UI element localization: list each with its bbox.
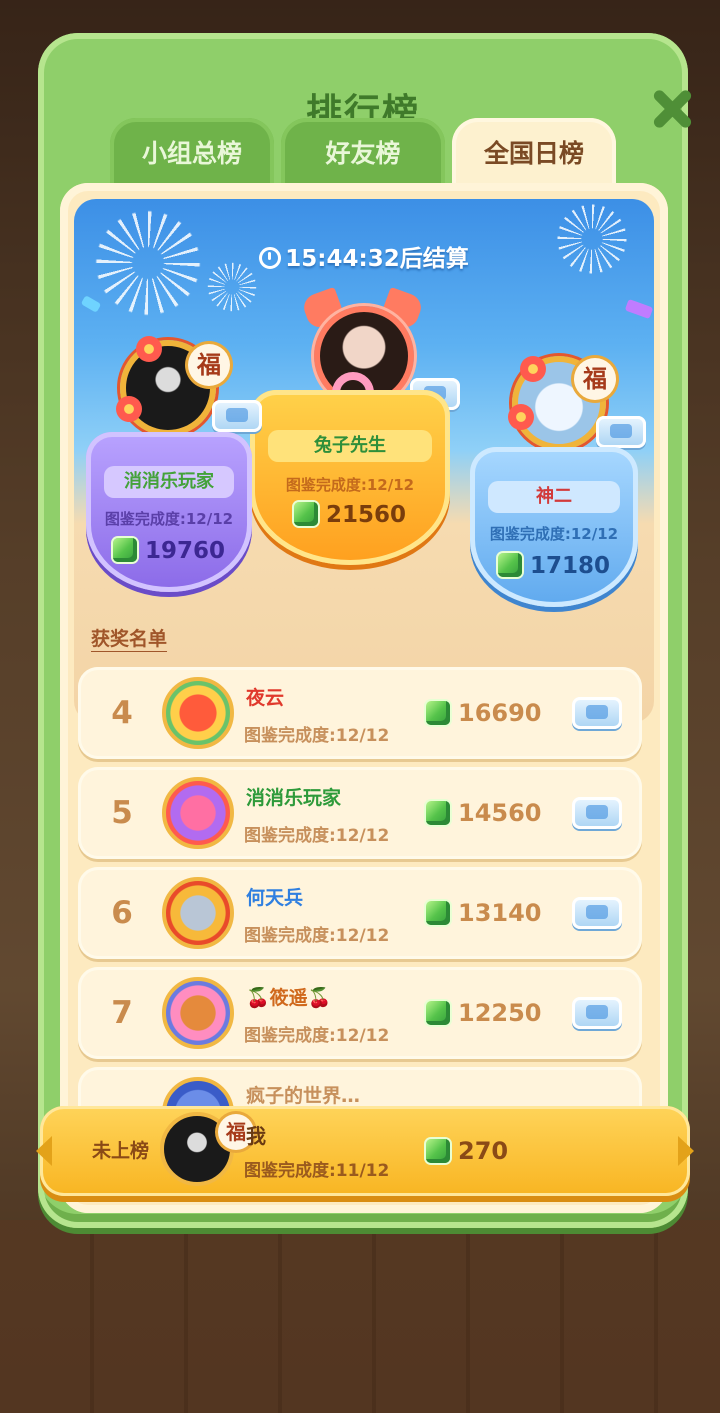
gem-icon	[497, 553, 522, 577]
tab-group-total[interactable]: 小组总榜	[110, 118, 274, 188]
gem-icon	[112, 538, 137, 562]
award-list-title: 获奖名单	[91, 628, 168, 650]
list-item[interactable]: 5 消消乐玩家 图鉴完成度:12/12 14560	[78, 767, 642, 859]
gem-icon	[426, 1001, 450, 1025]
my-name: 我	[246, 1124, 266, 1148]
gem-icon	[426, 701, 450, 725]
my-collection-progress: 图鉴完成度:11/12	[244, 1161, 390, 1181]
flower-decoration	[136, 336, 162, 362]
player-name: 疯子的世界…	[246, 1085, 361, 1107]
gem-icon	[293, 502, 318, 526]
fu-badge-icon: 福	[188, 344, 230, 386]
timer-text: 15:44:32后结算	[285, 246, 469, 272]
collection-progress: 图鉴完成度:12/12	[244, 826, 390, 846]
avatar[interactable]	[162, 877, 234, 949]
player-score: 14560	[426, 767, 542, 859]
my-rank-status: 未上榜	[92, 1140, 150, 1162]
my-score: 270	[426, 1106, 508, 1196]
tab-friends[interactable]: 好友榜	[281, 118, 445, 188]
reward-box-icon	[572, 797, 622, 829]
second-place-name: 消消乐玩家	[104, 466, 234, 498]
player-score: 16690	[426, 667, 542, 759]
reward-box-icon	[212, 400, 262, 432]
confetti	[624, 298, 654, 320]
flower-decoration	[508, 404, 534, 430]
first-place-shield: 兔子先生 图鉴完成度:12/12 21560	[250, 390, 450, 565]
third-place-collection: 图鉴完成度:12/12	[489, 525, 619, 543]
gem-icon	[426, 901, 450, 925]
my-ranking-bar[interactable]: 未上榜 福 我 图鉴完成度:11/12 270	[36, 1106, 694, 1196]
avatar[interactable]	[162, 777, 234, 849]
player-name: 何天兵	[246, 887, 304, 909]
rank-number: 4	[111, 695, 133, 731]
list-item[interactable]: 4 夜云 图鉴完成度:12/12 16690	[78, 667, 642, 759]
third-place-name: 神二	[488, 481, 620, 513]
avatar[interactable]	[162, 677, 234, 749]
collection-progress: 图鉴完成度:12/12	[244, 1026, 390, 1046]
avatar[interactable]	[162, 977, 234, 1049]
flower-decoration	[116, 396, 142, 422]
player-name: 消消乐玩家	[246, 787, 342, 809]
reward-box-icon	[572, 897, 622, 929]
settlement-timer: 15:44:32后结算	[74, 239, 654, 273]
flower-decoration	[520, 356, 546, 382]
player-score: 13140	[426, 867, 542, 959]
second-place-collection: 图鉴完成度:12/12	[104, 510, 234, 528]
first-place-score: 21560	[250, 502, 450, 528]
rank-number: 5	[111, 795, 133, 831]
player-score: 12250	[426, 967, 542, 1059]
reward-box-icon	[572, 997, 622, 1029]
clock-icon	[259, 247, 282, 269]
rank-number: 6	[111, 895, 133, 931]
collection-progress: 图鉴完成度:12/12	[244, 726, 390, 746]
list-item[interactable]: 6 何天兵 图鉴完成度:12/12 13140	[78, 867, 642, 959]
second-place-shield: 消消乐玩家 图鉴完成度:12/12 19760	[86, 432, 252, 592]
player-name: 🍒筱遥🍒	[246, 987, 332, 1009]
third-place-shield: 神二 图鉴完成度:12/12 17180	[470, 447, 638, 607]
list-item[interactable]: 7 🍒筱遥🍒 图鉴完成度:12/12 12250	[78, 967, 642, 1059]
first-place-name: 兔子先生	[268, 430, 432, 462]
gem-icon	[426, 801, 450, 825]
rank-number: 7	[111, 995, 133, 1031]
first-place-collection: 图鉴完成度:12/12	[285, 476, 415, 494]
third-place-score: 17180	[470, 553, 638, 579]
reward-box-icon	[572, 697, 622, 729]
collection-progress: 图鉴完成度:12/12	[244, 926, 390, 946]
gem-icon	[426, 1139, 450, 1163]
second-place-score: 19760	[86, 538, 252, 564]
reward-box-icon	[596, 416, 646, 448]
fu-badge-icon: 福	[574, 358, 616, 400]
player-name: 夜云	[246, 687, 285, 709]
close-icon[interactable]	[650, 87, 694, 131]
